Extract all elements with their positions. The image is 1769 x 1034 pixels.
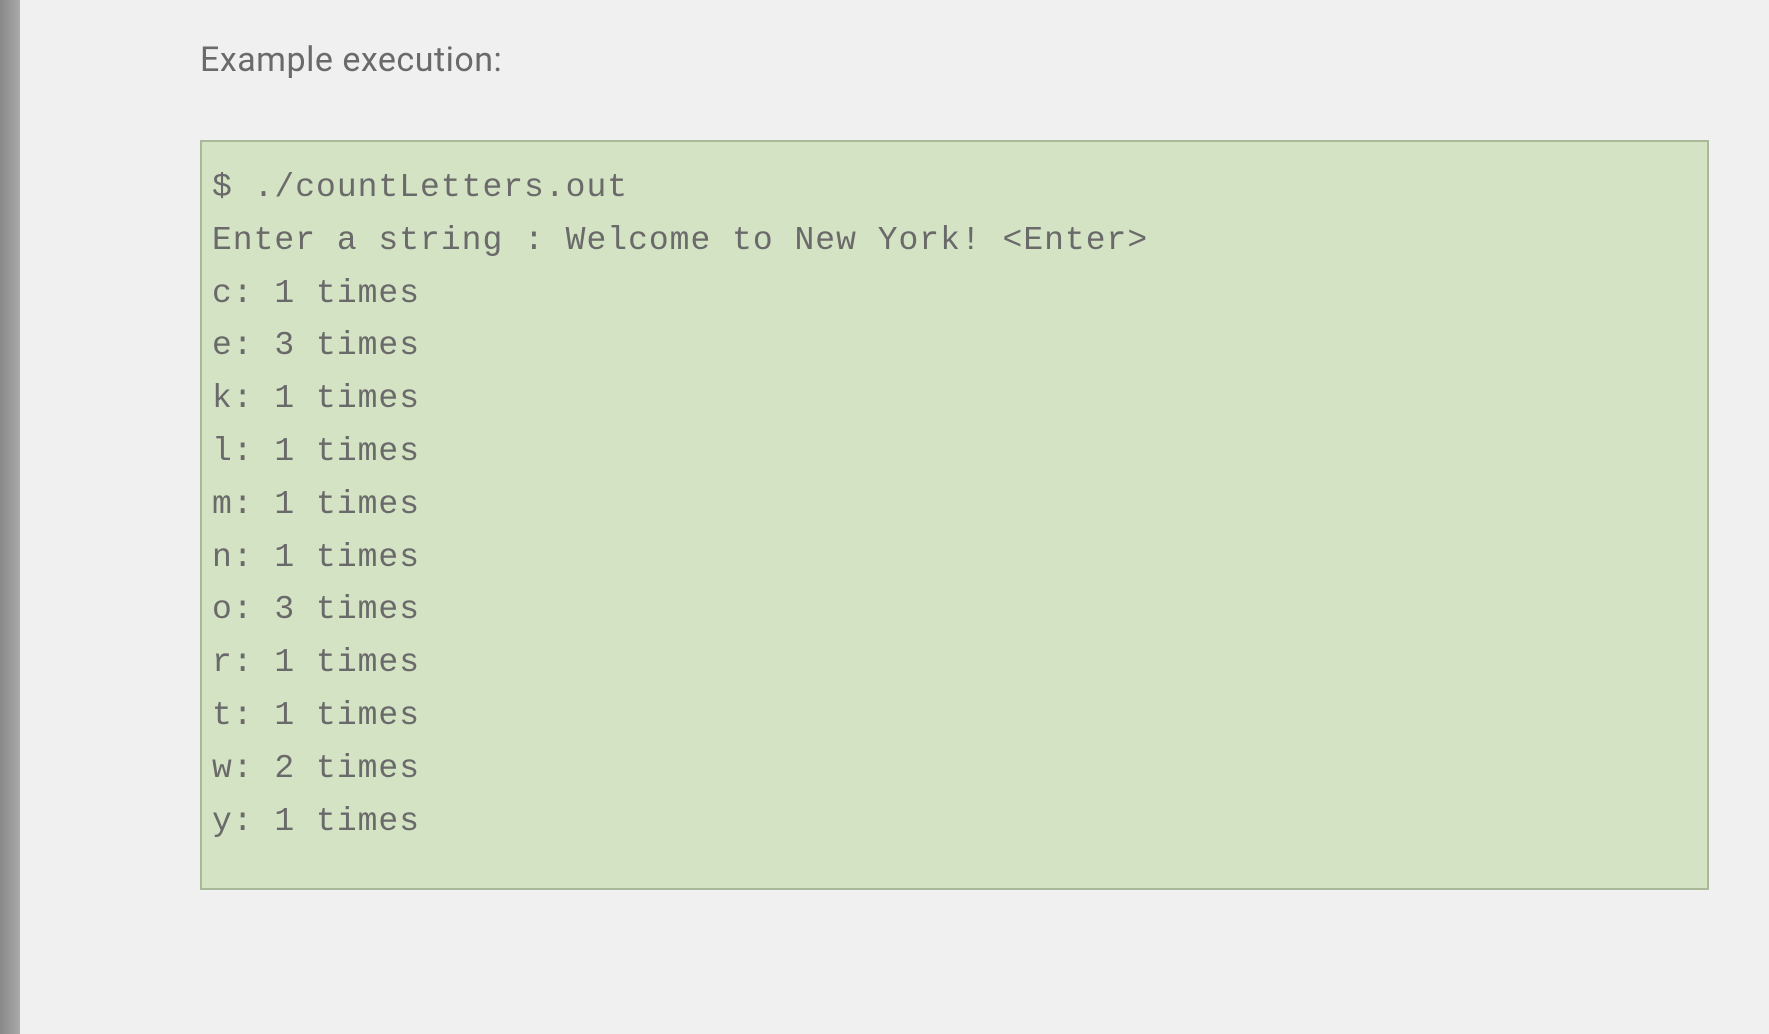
code-output-line: m: 1 times — [212, 479, 1697, 532]
code-output-line: t: 1 times — [212, 690, 1697, 743]
code-output-line: r: 1 times — [212, 637, 1697, 690]
code-output-line: n: 1 times — [212, 532, 1697, 585]
document-page: Example execution: $ ./countLetters.out … — [20, 0, 1769, 1034]
code-output-line: w: 2 times — [212, 743, 1697, 796]
code-prompt-line: Enter a string : Welcome to New York! <E… — [212, 215, 1697, 268]
page-left-edge — [0, 0, 20, 1034]
code-command-line: $ ./countLetters.out — [212, 162, 1697, 215]
code-output-line: l: 1 times — [212, 426, 1697, 479]
code-output-line: c: 1 times — [212, 268, 1697, 321]
section-heading: Example execution: — [200, 40, 1769, 80]
code-output-line: k: 1 times — [212, 373, 1697, 426]
code-output-line: o: 3 times — [212, 584, 1697, 637]
code-output-line: e: 3 times — [212, 320, 1697, 373]
code-example-block: $ ./countLetters.out Enter a string : We… — [200, 140, 1709, 890]
code-output-line: y: 1 times — [212, 796, 1697, 849]
